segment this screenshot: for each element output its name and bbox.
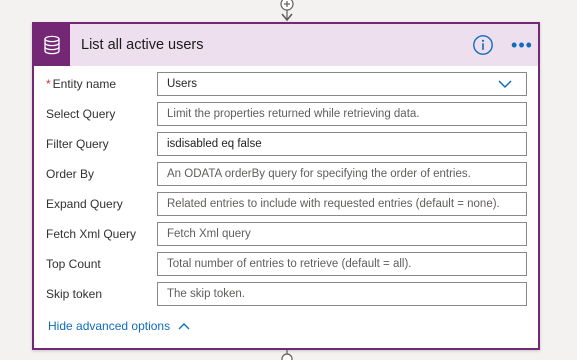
field-row-entity-name: * Entity name Users (34, 72, 538, 98)
card-title[interactable]: List all active users (81, 37, 204, 53)
order-by-input[interactable]: An ODATA orderBy query for specifying th… (157, 162, 527, 186)
entity-name-select[interactable]: Users (157, 72, 527, 96)
filter-query-input[interactable]: isdisabled eq false (157, 132, 527, 156)
select-query-input[interactable]: Limit the properties returned while retr… (157, 102, 527, 126)
info-icon[interactable] (472, 34, 494, 56)
field-row-select-query: Select Query Limit the properties return… (34, 102, 538, 128)
more-options-icon[interactable]: ••• (510, 34, 534, 56)
field-label: Skip token (46, 287, 103, 301)
card-header[interactable]: List all active users ••• (34, 24, 538, 66)
field-row-skip-token: Skip token The skip token. (34, 282, 538, 308)
database-icon (34, 24, 70, 66)
skip-token-input[interactable]: The skip token. (157, 282, 527, 306)
field-label: Filter Query (46, 137, 109, 151)
field-row-expand-query: Expand Query Related entries to include … (34, 192, 538, 218)
field-row-fetch-xml-query: Fetch Xml Query Fetch Xml query (34, 222, 538, 248)
field-label: Expand Query (46, 197, 123, 211)
required-marker: * (46, 77, 51, 91)
field-label: Select Query (46, 107, 116, 121)
fetch-xml-query-input[interactable]: Fetch Xml query (157, 222, 527, 246)
field-row-order-by: Order By An ODATA orderBy query for spec… (34, 162, 538, 188)
action-card: List all active users ••• * Entity name U… (32, 22, 540, 350)
field-label: * Entity name (46, 77, 117, 91)
top-count-input[interactable]: Total number of entries to retrieve (def… (157, 252, 527, 276)
chevron-down-icon[interactable] (498, 80, 512, 89)
field-label: Order By (46, 167, 95, 181)
hide-advanced-options-link[interactable]: Hide advanced options (48, 319, 190, 333)
add-step-icon[interactable] (278, 0, 296, 22)
field-row-filter-query: Filter Query isdisabled eq false (34, 132, 538, 158)
field-row-top-count: Top Count Total number of entries to ret… (34, 252, 538, 278)
chevron-up-icon (178, 323, 190, 330)
expand-query-input[interactable]: Related entries to include with requeste… (157, 192, 527, 216)
connector-line-icon (281, 350, 293, 360)
field-label: Top Count (46, 257, 101, 271)
field-label: Fetch Xml Query (46, 227, 137, 241)
